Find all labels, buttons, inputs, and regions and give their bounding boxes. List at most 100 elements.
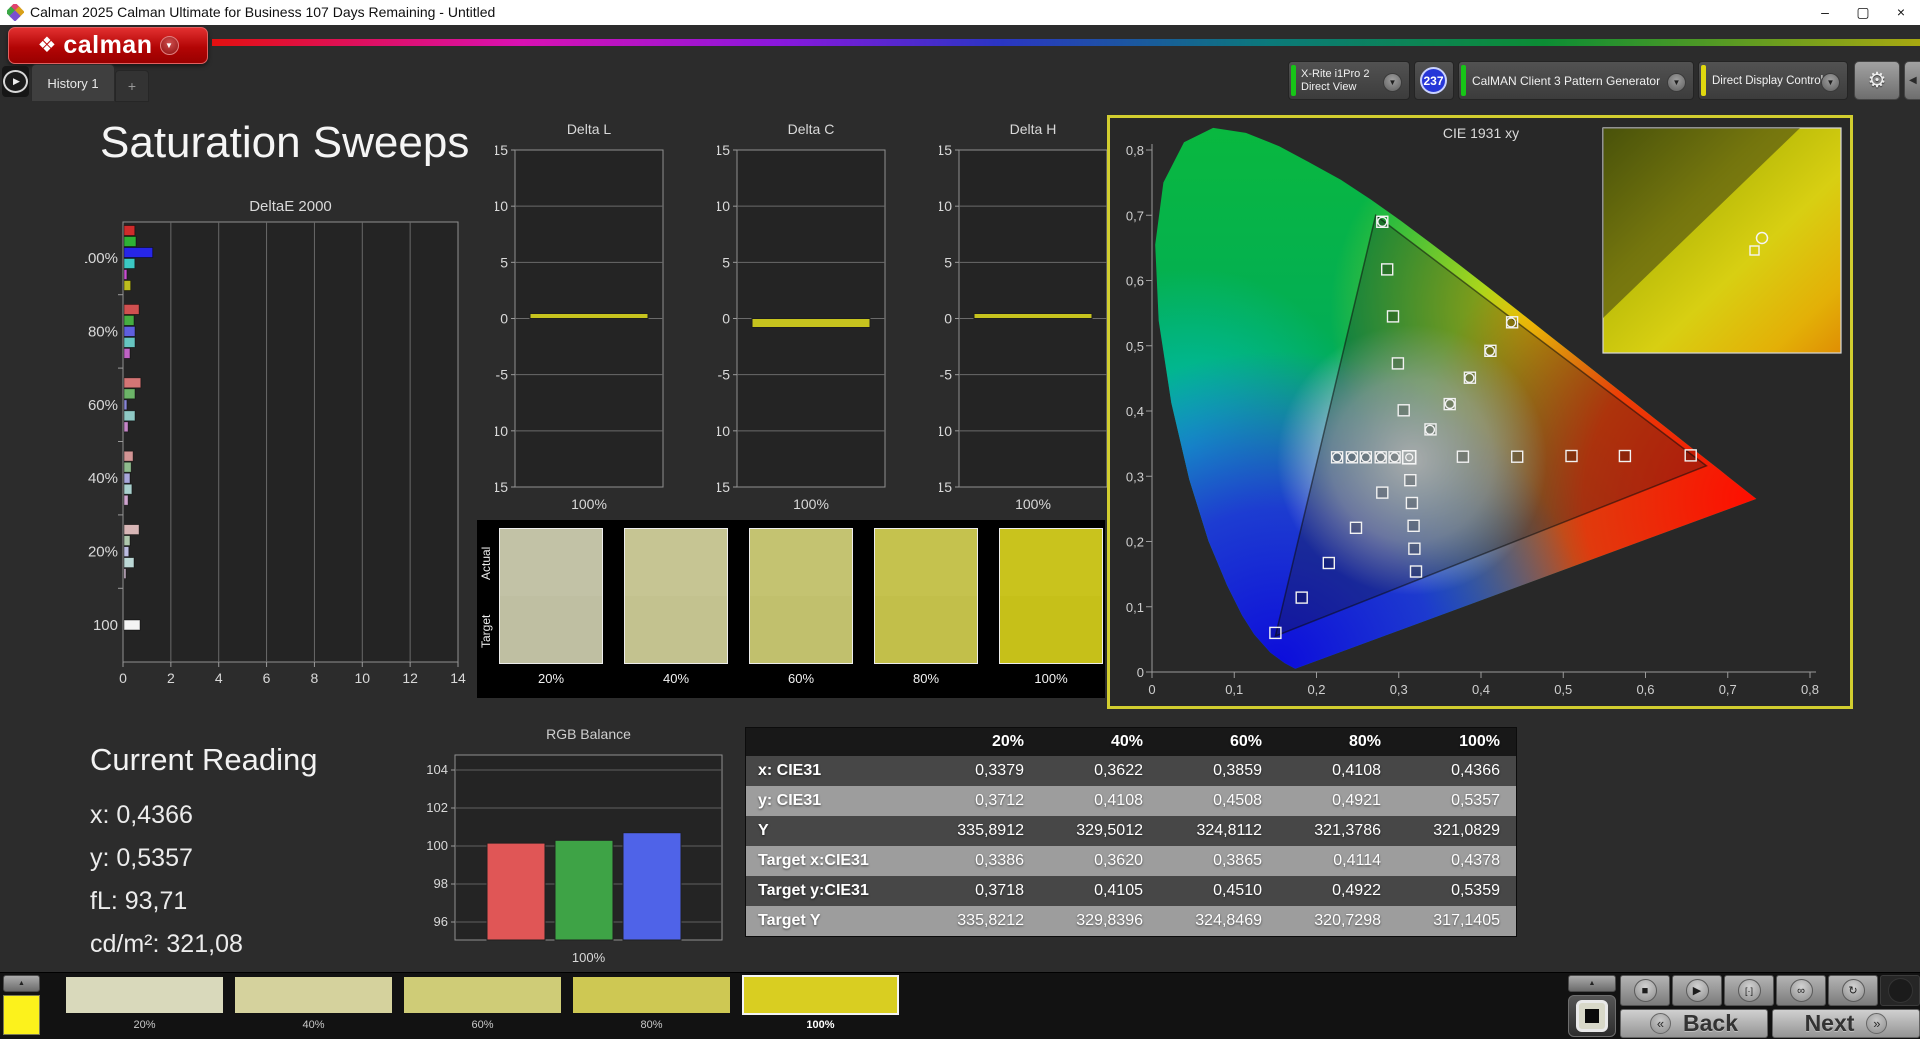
next-chevron-icon: » xyxy=(1866,1013,1888,1034)
patch-label: 60% xyxy=(471,1019,494,1031)
pattern-patch-40%[interactable]: 40% xyxy=(235,975,392,1031)
svg-text:0: 0 xyxy=(1148,682,1155,697)
stop-measure-button[interactable]: ■ xyxy=(1620,975,1670,1006)
display-control-dropdown[interactable]: Direct Display Control ▼ xyxy=(1698,61,1848,100)
table-value-cell: 0,3859 xyxy=(1159,756,1278,786)
reading-label: y: xyxy=(90,844,110,872)
swatch-level-label: 80% xyxy=(912,671,940,686)
table-value-cell: 0,4114 xyxy=(1278,846,1397,876)
svg-text:2: 2 xyxy=(167,670,175,686)
table-value-cell: 329,5012 xyxy=(1040,816,1159,846)
svg-text:0,2: 0,2 xyxy=(1307,682,1325,697)
page-title: Saturation Sweeps xyxy=(100,118,470,167)
application-window: Calman 2025 Calman Ultimate for Business… xyxy=(0,0,1920,1039)
svg-text:40%: 40% xyxy=(88,470,118,487)
current-reading-panel: Current Reading x: 0,4366 y: 0,5357 fL: 93… xyxy=(90,742,317,966)
svg-text:0,5: 0,5 xyxy=(1554,682,1572,697)
svg-text:-10: -10 xyxy=(717,423,730,439)
table-value-cell: 0,3622 xyxy=(1040,756,1159,786)
settings-button[interactable]: ⚙ xyxy=(1854,61,1900,100)
calman-menu-button[interactable]: ❖ calman ▼ xyxy=(8,27,208,64)
table-value-cell: 0,3718 xyxy=(921,876,1040,906)
reading-line: y: 0,5357 xyxy=(90,837,317,880)
table-row-label: Target Y xyxy=(746,906,921,936)
patch-label: 20% xyxy=(133,1019,156,1031)
pattern-patch-100%[interactable]: 100% xyxy=(742,975,899,1031)
play-measure-button[interactable]: ▶ xyxy=(1672,975,1722,1006)
panel-collapse-button[interactable]: ◀ xyxy=(1904,61,1920,100)
table-corner-cell xyxy=(746,728,921,756)
meter-count-badge: 237 xyxy=(1420,67,1447,94)
table-row-label: x: CIE31 xyxy=(746,756,921,786)
meter-count-button[interactable]: 237 xyxy=(1414,61,1454,100)
reading-line: fL: 93,71 xyxy=(90,880,317,923)
svg-text:6: 6 xyxy=(263,670,271,686)
table-column-header: 40% xyxy=(1040,728,1159,756)
display-control-label: Direct Display Control xyxy=(1712,75,1824,87)
swatch-block xyxy=(749,528,853,664)
next-button[interactable]: Next » xyxy=(1772,1009,1920,1038)
table-value-cell: 0,4108 xyxy=(1278,756,1397,786)
swatch-block xyxy=(499,528,603,664)
blank-pattern-button[interactable] xyxy=(1568,995,1616,1037)
svg-text:0,3: 0,3 xyxy=(1390,682,1408,697)
svg-text:0: 0 xyxy=(1137,665,1144,680)
single-measure-icon: [·] xyxy=(1737,979,1761,1002)
table-value-cell: 0,3865 xyxy=(1159,846,1278,876)
brand-gradient-strip xyxy=(212,39,1920,46)
table-value-cell: 321,0829 xyxy=(1397,816,1516,846)
svg-text:10: 10 xyxy=(495,198,508,214)
single-measure-button[interactable]: [·] xyxy=(1724,975,1774,1006)
current-reading-lines: x: 0,4366 y: 0,5357 fL: 93,71 cd/m²: 321,08 xyxy=(90,794,317,966)
expand-transport-panel-button[interactable]: ▲ xyxy=(1568,975,1616,992)
refresh-measure-button[interactable]: ↻ xyxy=(1828,975,1878,1006)
svg-text:0,4: 0,4 xyxy=(1126,404,1144,419)
history-nav-button[interactable]: ▶ xyxy=(2,66,29,97)
pattern-patch-60%[interactable]: 60% xyxy=(404,975,561,1031)
pattern-patch-20%[interactable]: 20% xyxy=(66,975,223,1031)
svg-text:0,1: 0,1 xyxy=(1126,600,1144,615)
svg-text:0,3: 0,3 xyxy=(1126,469,1144,484)
pattern-generator-dropdown[interactable]: CalMAN Client 3 Pattern Generator ▼ xyxy=(1458,61,1694,100)
minimize-icon[interactable]: – xyxy=(1806,0,1844,25)
chevron-down-icon: ▼ xyxy=(1667,73,1686,92)
patch-swatch xyxy=(404,977,561,1013)
continuous-measure-button[interactable]: ∞ xyxy=(1776,975,1826,1006)
back-button[interactable]: « Back xyxy=(1620,1009,1768,1038)
table-value-cell: 0,3386 xyxy=(921,846,1040,876)
chevron-up-icon: ▲ xyxy=(1588,980,1596,987)
current-pattern-swatch[interactable] xyxy=(3,995,40,1035)
patch-swatch xyxy=(235,977,392,1013)
plus-icon: + xyxy=(127,78,137,94)
maximize-icon[interactable]: ▢ xyxy=(1844,0,1882,25)
target-swatch xyxy=(500,596,602,663)
calman-logo-text: calman xyxy=(63,31,153,59)
close-icon[interactable]: × xyxy=(1882,0,1920,25)
table-value-cell: 0,5359 xyxy=(1397,876,1516,906)
table-value-cell: 0,4922 xyxy=(1278,876,1397,906)
infinity-icon: ∞ xyxy=(1789,979,1813,1002)
pattern-patch-80%[interactable]: 80% xyxy=(573,975,730,1031)
svg-text:80%: 80% xyxy=(88,323,118,340)
tab-history-1[interactable]: History 1 xyxy=(31,64,115,101)
window-title: Calman 2025 Calman Ultimate for Business… xyxy=(30,4,496,20)
svg-text:100: 100 xyxy=(426,838,448,853)
svg-text:0,7: 0,7 xyxy=(1719,682,1737,697)
expand-patch-panel-button[interactable]: ▲ xyxy=(3,975,40,992)
refresh-icon: ↻ xyxy=(1841,979,1865,1002)
chevron-up-icon: ▲ xyxy=(18,980,25,987)
add-tab-button[interactable]: + xyxy=(115,70,149,102)
svg-text:100%: 100% xyxy=(85,250,118,267)
inactive-measure-button[interactable] xyxy=(1880,975,1920,1006)
svg-text:14: 14 xyxy=(450,670,466,686)
svg-text:4: 4 xyxy=(215,670,223,686)
actual-swatch xyxy=(750,529,852,596)
reading-label: cd/m²: xyxy=(90,930,160,958)
table-row-label: Y xyxy=(746,816,921,846)
svg-text:0,7: 0,7 xyxy=(1126,208,1144,223)
meter-dropdown[interactable]: X-Rite i1Pro 2 Direct View ▼ xyxy=(1288,61,1410,100)
svg-text:10: 10 xyxy=(717,198,730,214)
svg-text:0,8: 0,8 xyxy=(1126,143,1144,158)
tab-label: History 1 xyxy=(47,75,99,91)
svg-text:10: 10 xyxy=(939,198,952,214)
